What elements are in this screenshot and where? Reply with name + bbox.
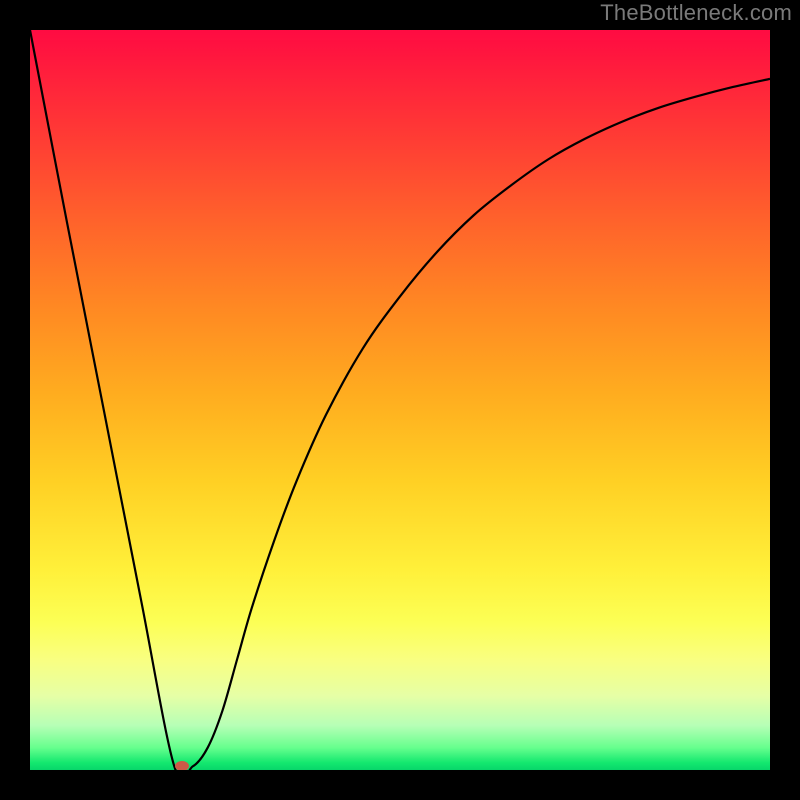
watermark-text: TheBottleneck.com	[600, 0, 792, 26]
optimal-marker	[175, 761, 189, 770]
plot-area	[30, 30, 770, 770]
curve-path	[30, 30, 770, 770]
chart-frame: TheBottleneck.com	[0, 0, 800, 800]
bottleneck-curve	[30, 30, 770, 770]
